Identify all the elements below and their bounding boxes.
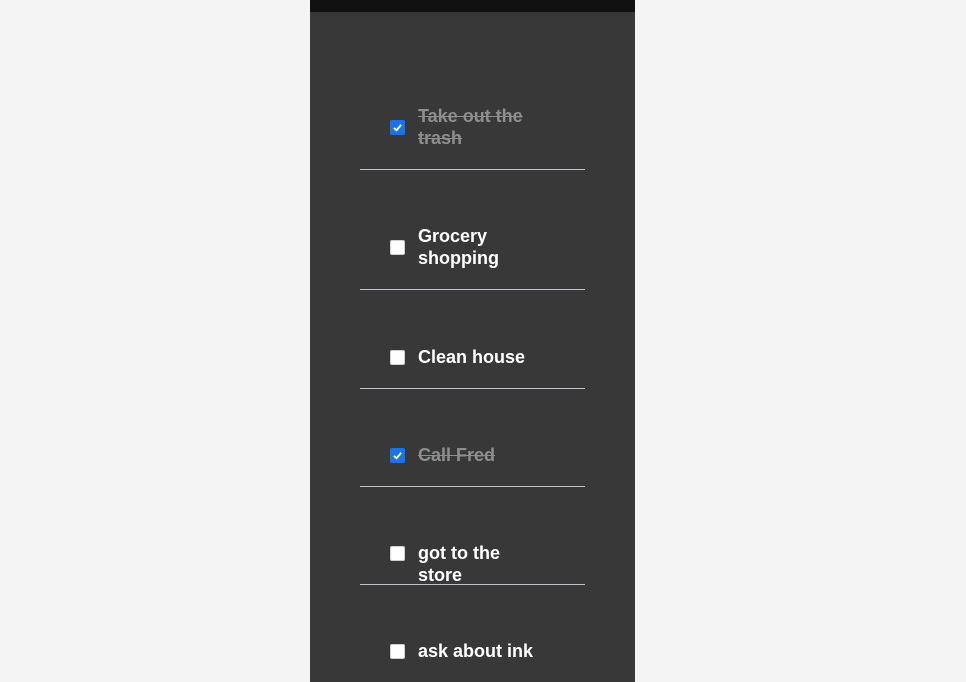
todo-checkbox[interactable] xyxy=(390,448,405,463)
checkmark-icon xyxy=(393,452,402,460)
todo-app-panel: Take out the trash Grocery shopping Clea… xyxy=(310,0,635,682)
checkmark-icon xyxy=(393,124,402,132)
todo-checkbox[interactable] xyxy=(390,350,405,365)
todo-item: Call Fred xyxy=(360,418,585,487)
todo-item: Grocery shopping xyxy=(360,200,585,290)
todo-label: Take out the trash xyxy=(418,106,523,148)
todo-checkbox[interactable] xyxy=(390,546,405,561)
todo-checkbox[interactable] xyxy=(390,240,405,255)
todo-checkbox[interactable] xyxy=(390,120,405,135)
app-header xyxy=(310,0,635,12)
todo-item: got to the store xyxy=(360,516,585,585)
todo-label: Call Fred xyxy=(418,445,496,465)
todo-item: Take out the trash xyxy=(360,80,585,170)
todo-label: ask about ink xyxy=(418,641,534,661)
todo-checkbox[interactable] xyxy=(390,644,405,659)
todo-label: Clean house xyxy=(418,347,526,367)
todo-item: ask about ink xyxy=(360,614,585,682)
todo-item: Clean house xyxy=(360,320,585,389)
todo-label: got to the store xyxy=(418,543,500,585)
todo-label: Grocery shopping xyxy=(418,226,499,268)
